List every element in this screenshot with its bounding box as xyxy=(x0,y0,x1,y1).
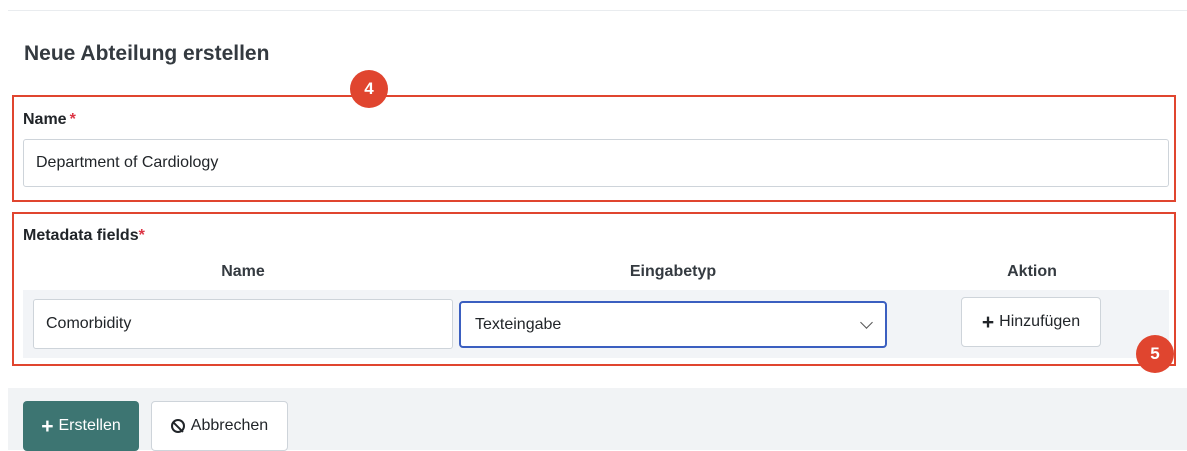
add-metadata-field-button[interactable]: + Hinzufügen xyxy=(961,297,1101,347)
step-badge-5: 5 xyxy=(1136,335,1174,373)
metadata-label: Metadata fields* xyxy=(23,227,145,245)
plus-icon: + xyxy=(41,414,54,438)
cancel-button[interactable]: Abbrechen xyxy=(151,401,288,451)
name-label-text: Name xyxy=(23,111,67,128)
column-header-action: Aktion xyxy=(1007,263,1057,280)
input-type-select-value: Texteingabe xyxy=(475,315,562,333)
add-button-label: Hinzufügen xyxy=(999,313,1081,330)
required-marker: * xyxy=(138,227,145,244)
plus-icon: + xyxy=(981,310,995,334)
department-name-input[interactable] xyxy=(23,139,1169,187)
required-marker: * xyxy=(69,111,76,128)
create-button-label: Erstellen xyxy=(58,417,121,434)
cancel-button-label: Abbrechen xyxy=(190,417,269,434)
input-type-select[interactable]: Texteingabe xyxy=(459,301,887,348)
chevron-down-icon xyxy=(860,316,873,329)
page-title: Neue Abteilung erstellen xyxy=(24,42,270,65)
step-badge-4: 4 xyxy=(350,70,388,108)
column-header-name: Name xyxy=(221,263,265,280)
create-button[interactable]: + Erstellen xyxy=(23,401,139,451)
ban-icon xyxy=(170,419,185,433)
name-label: Name * xyxy=(23,111,76,129)
metadata-field-name-input[interactable] xyxy=(33,299,453,349)
column-header-input-type: Eingabetyp xyxy=(629,263,717,280)
metadata-label-text: Metadata fields xyxy=(23,227,139,244)
top-divider xyxy=(8,10,1187,11)
